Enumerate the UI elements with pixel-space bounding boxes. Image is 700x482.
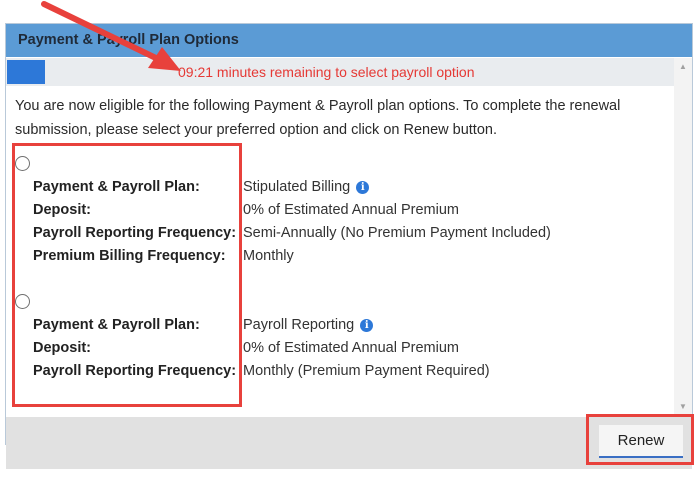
info-icon[interactable]: i bbox=[356, 181, 370, 194]
row-value: Monthly (Premium Payment Required) bbox=[243, 363, 490, 379]
row-value: 0% of Estimated Annual Premium bbox=[243, 340, 459, 356]
timer-progress-fill bbox=[7, 60, 45, 84]
timer-bar: 09:21 minutes remaining to select payrol… bbox=[6, 58, 674, 86]
dialog-title: Payment & Payroll Plan Options bbox=[6, 24, 692, 57]
row-value: Semi-Annually (No Premium Payment Includ… bbox=[243, 225, 551, 241]
row-value: Monthly bbox=[243, 248, 294, 264]
annotation-highlight-options bbox=[12, 143, 242, 407]
info-icon[interactable]: i bbox=[360, 319, 374, 332]
row-value: Payroll Reporting bbox=[243, 317, 355, 333]
timer-text: 09:21 minutes remaining to select payrol… bbox=[178, 64, 475, 80]
row-value: 0% of Estimated Annual Premium bbox=[243, 202, 459, 218]
intro-text: You are now eligible for the following P… bbox=[15, 98, 621, 138]
vertical-scrollbar[interactable]: ▲ ▼ bbox=[674, 58, 692, 416]
scroll-up-icon[interactable]: ▲ bbox=[674, 60, 692, 74]
row-value: Stipulated Billing bbox=[243, 179, 351, 195]
scroll-down-icon[interactable]: ▼ bbox=[674, 400, 692, 414]
annotation-highlight-renew bbox=[586, 414, 694, 465]
